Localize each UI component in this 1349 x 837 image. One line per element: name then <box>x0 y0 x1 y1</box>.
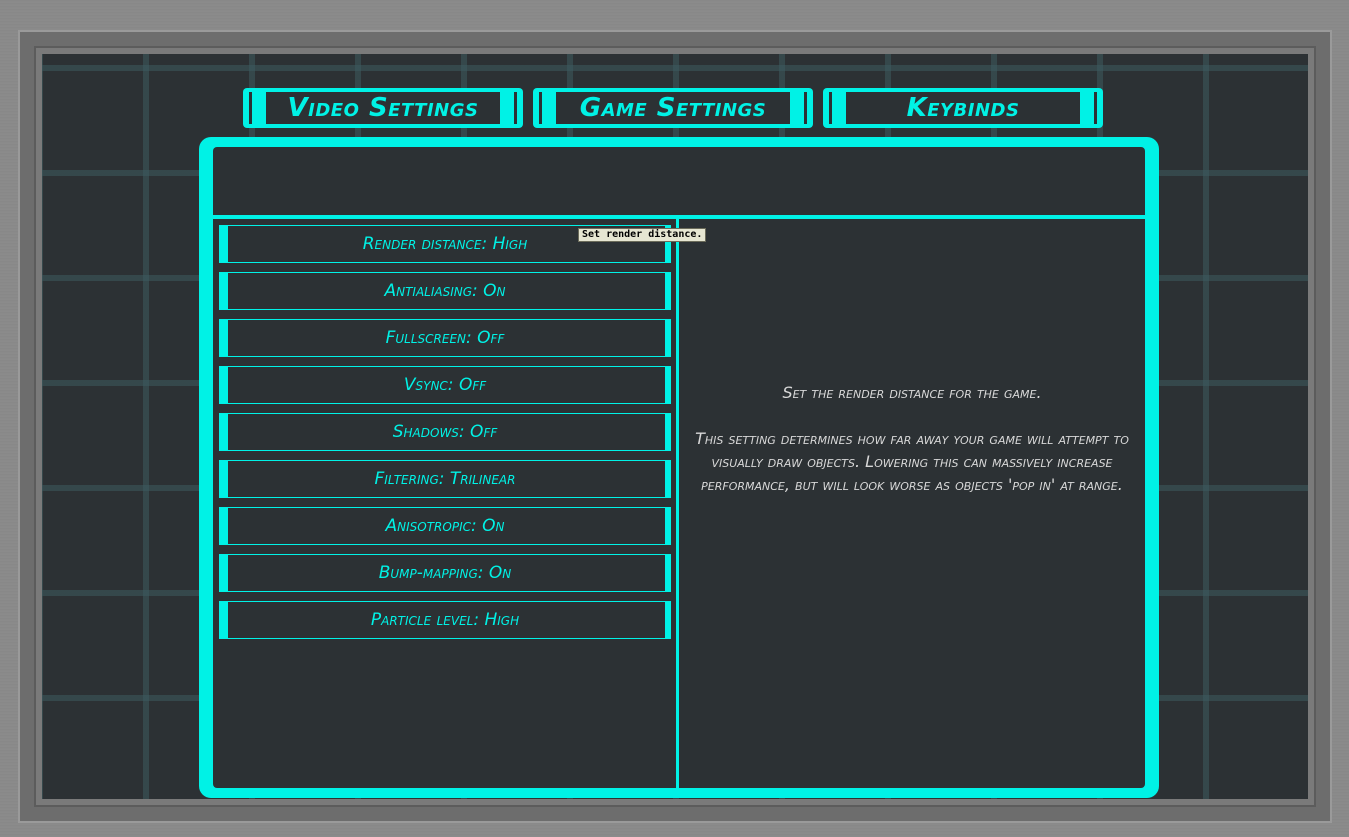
panel-header <box>213 147 1145 215</box>
option-label: Vsync: Off <box>403 375 487 395</box>
option-fullscreen[interactable]: Fullscreen: Off <box>219 319 671 357</box>
description-detail: This setting determines how far away you… <box>695 429 1129 494</box>
tab-label: Video Settings <box>287 93 479 123</box>
tab-video-settings-inner: Video Settings <box>265 91 501 125</box>
tab-video-settings[interactable]: Video Settings <box>243 88 523 128</box>
tab-game-settings-inner: Game Settings <box>555 91 791 125</box>
option-label: Filtering: Trilinear <box>374 469 516 489</box>
options-list: Render distance: High Antialiasing: On F… <box>219 225 673 648</box>
tab-keybinds[interactable]: Keybinds <box>823 88 1103 128</box>
option-label: Bump-mapping: On <box>378 563 512 583</box>
tab-label: Game Settings <box>579 93 767 123</box>
option-shadows[interactable]: Shadows: Off <box>219 413 671 451</box>
option-label: Render distance: High <box>362 234 528 254</box>
option-label: Particle level: High <box>370 610 520 630</box>
option-filtering[interactable]: Filtering: Trilinear <box>219 460 671 498</box>
column-divider <box>676 219 679 788</box>
description-pane: Set the render distance for the game. Th… <box>683 219 1141 788</box>
tab-keybinds-inner: Keybinds <box>845 91 1081 125</box>
tab-game-settings[interactable]: Game Settings <box>533 88 813 128</box>
option-label: Shadows: Off <box>392 422 498 442</box>
tooltip: Set render distance. <box>578 228 707 242</box>
option-vsync[interactable]: Vsync: Off <box>219 366 671 404</box>
tab-label: Keybinds <box>906 93 1020 123</box>
option-label: Anisotropic: On <box>385 516 505 536</box>
option-label: Antialiasing: On <box>384 281 506 301</box>
option-anisotropic[interactable]: Anisotropic: On <box>219 507 671 545</box>
settings-panel-body: Render distance: High Antialiasing: On F… <box>213 147 1145 788</box>
description-summary: Set the render distance for the game. <box>782 383 1042 402</box>
option-antialiasing[interactable]: Antialiasing: On <box>219 272 671 310</box>
option-particle-level[interactable]: Particle level: High <box>219 601 671 639</box>
option-bump-mapping[interactable]: Bump-mapping: On <box>219 554 671 592</box>
option-label: Fullscreen: Off <box>385 328 505 348</box>
